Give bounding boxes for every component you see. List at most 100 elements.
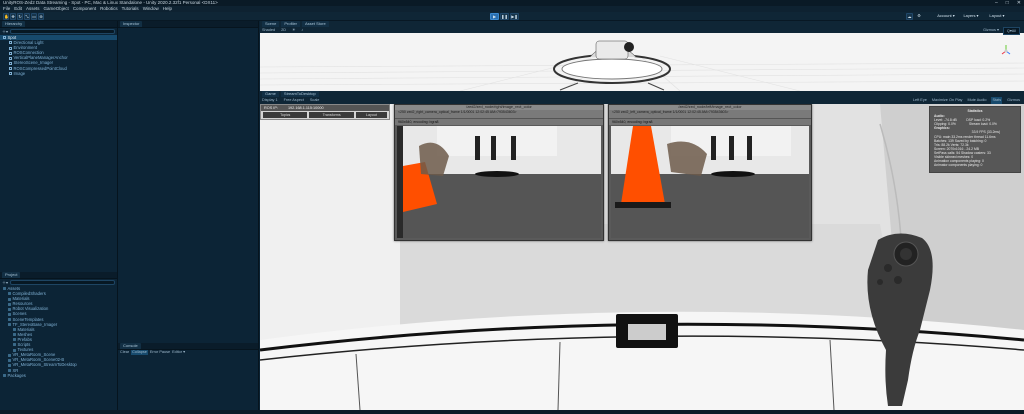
gameobject-icon <box>9 66 12 70</box>
hand-tool-icon[interactable]: ✋ <box>3 13 9 20</box>
scene-options: Shaded 2D ☀ ♪ <box>262 27 303 33</box>
light-icon[interactable]: ☀ <box>292 27 295 33</box>
mute-audio-toggle[interactable]: Mute Audio <box>967 97 986 104</box>
statistics-overlay: Statistics Audio: Level: -74.8 dB DSP lo… <box>929 106 1021 173</box>
console-editor-dropdown[interactable]: Editor ▾ <box>172 350 185 355</box>
ros-connection-panel: ROS IP: 192.168.1.115:10000 Topics Trans… <box>260 104 390 120</box>
game-view[interactable]: ROS IP: 192.168.1.115:10000 Topics Trans… <box>260 104 1024 410</box>
window-title: UnityROS-Zed2 Data Streaming - Spot - PC… <box>3 0 218 5</box>
gameobject-icon <box>3 36 6 40</box>
transform-tool-icon[interactable]: ⊕ <box>38 13 44 20</box>
ros-ip-label: ROS IP: <box>264 106 278 110</box>
folder-icon <box>13 338 16 342</box>
gameobject-icon <box>9 51 12 55</box>
cloud-icon[interactable]: ☁ <box>906 13 913 20</box>
console-clear-button[interactable]: Clear <box>120 350 129 355</box>
hierarchy-tabbar: Hierarchy <box>0 21 117 28</box>
folder-icon <box>13 348 16 352</box>
camera-window-right[interactable]: /zed2/zed_node/right/image_rect_color <2… <box>394 104 604 241</box>
gameobject-icon <box>9 56 12 60</box>
project-tabbar: Project <box>0 272 117 279</box>
gameobject-icon <box>9 72 12 76</box>
camera-image <box>611 126 809 238</box>
status-bar <box>0 410 1024 414</box>
play-button[interactable]: ▶ <box>490 13 499 20</box>
collab-icon[interactable]: ⚙ <box>916 13 922 20</box>
hierarchy-tree: Spot Directional Light Environment ROSCo… <box>0 35 117 76</box>
step-button[interactable]: ▶❚ <box>510 13 519 20</box>
ros-ip-value[interactable]: 192.168.1.115:10000 <box>288 105 324 111</box>
ros-buttons: Topics Transforms Layout <box>261 111 389 119</box>
camera-encoding-text: 960x540, encoding: bgra8 <box>609 119 811 125</box>
folder-icon <box>8 307 11 311</box>
project-search-input[interactable] <box>10 280 115 285</box>
folder-icon <box>8 353 11 357</box>
folder-icon <box>8 292 11 296</box>
add-icon[interactable]: ＋▾ <box>2 280 8 286</box>
folder-icon <box>8 363 11 367</box>
scene-right-options: Gizmos ▾ Q▾All <box>983 27 1020 35</box>
folder-icon <box>8 323 11 327</box>
scale-tool-icon[interactable]: ⤡ <box>24 13 30 20</box>
vr-controller-model <box>867 233 933 406</box>
rotate-tool-icon[interactable]: ↻ <box>17 13 23 20</box>
project-folder[interactable]: Packages <box>0 373 117 378</box>
audio-icon[interactable]: ♪ <box>301 27 303 33</box>
tab-project[interactable]: Project <box>2 272 21 278</box>
console-toolbar: Clear Collapse Error Pause Editor ▾ <box>120 350 185 355</box>
scene-toolbar: Scene Profiler Asset Store Shaded 2D ☀ ♪… <box>260 21 1024 35</box>
account-dropdown[interactable]: Account ▾ <box>936 13 956 20</box>
scene-2d-toggle[interactable]: 2D <box>281 27 286 33</box>
stats-toggle[interactable]: Stats <box>991 97 1003 104</box>
camera-image <box>397 126 601 238</box>
tab-asset-store[interactable]: Asset Store <box>302 21 329 27</box>
folder-icon <box>13 343 16 347</box>
shading-dropdown[interactable]: Shaded <box>262 27 275 33</box>
gizmos-dropdown[interactable]: Gizmos ▾ <box>983 27 999 35</box>
tab-hierarchy[interactable]: Hierarchy <box>2 21 26 27</box>
topics-button[interactable]: Topics <box>263 112 308 118</box>
layout-dropdown[interactable]: Layout ▾ <box>988 13 1006 20</box>
stats-line: Animator components playing: 0 <box>934 163 983 168</box>
hierarchy-item[interactable]: Image <box>0 71 117 76</box>
layers-dropdown[interactable]: Layers ▾ <box>962 13 980 20</box>
maximize-on-play-toggle[interactable]: Maximize On Play <box>932 97 963 104</box>
main-toolbar: ✋ ✥ ↻ ⤡ ▭ ⊕ ▶ ❚❚ ▶❚ ☁ ⚙ Account ▾ Layers… <box>0 12 1024 21</box>
aspect-dropdown[interactable]: Free Aspect <box>284 97 304 104</box>
display-dropdown[interactable]: Display 1 <box>262 97 278 104</box>
console-error-pause-button[interactable]: Error Pause <box>150 350 170 355</box>
folder-icon <box>3 373 6 377</box>
layout-button[interactable]: Layout <box>355 112 387 118</box>
camera-encoding-text: 960x540, encoding: bgra8 <box>395 119 603 125</box>
stats-title: Statistics <box>967 109 983 113</box>
hierarchy-search-input[interactable] <box>10 29 115 34</box>
project-search-row: ＋▾ <box>0 279 117 286</box>
eye-dropdown[interactable]: Left Eye <box>913 97 927 104</box>
folder-icon <box>8 317 11 321</box>
inspector-tabbar: Inspector <box>118 21 258 28</box>
camera-header-text: <250 zed2_left_camera_optical_frame 1/1/… <box>609 110 811 119</box>
folder-icon <box>13 333 16 337</box>
rect-tool-icon[interactable]: ▭ <box>31 13 37 20</box>
scale-label[interactable]: Scale <box>310 97 320 104</box>
tab-console[interactable]: Console <box>120 343 141 349</box>
hierarchy-search-row: ＋▾ <box>0 28 117 35</box>
transforms-button[interactable]: Transforms <box>309 112 354 118</box>
gizmos-toggle[interactable]: Gizmos <box>1007 97 1020 104</box>
folder-icon <box>8 368 11 372</box>
camera-window-left[interactable]: /zed2/zed_node/left/image_rect_color <25… <box>608 104 812 241</box>
folder-icon <box>8 312 11 316</box>
console-collapse-button[interactable]: Collapse <box>131 350 148 355</box>
scene-search-input[interactable]: Q▾All <box>1002 27 1020 35</box>
folder-icon <box>3 287 6 291</box>
project-tree: Assets CompiledShaders Materials Resourc… <box>0 286 117 378</box>
left-panel: Hierarchy ＋▾ Spot Directional Light Envi… <box>0 21 118 410</box>
gameobject-icon <box>9 41 12 45</box>
pause-button[interactable]: ❚❚ <box>500 13 509 20</box>
game-options: Display 1 Free Aspect Scale <box>262 97 319 104</box>
add-icon[interactable]: ＋▾ <box>2 29 8 35</box>
tab-inspector[interactable]: Inspector <box>120 21 143 27</box>
game-toolbar: Game StreamToDesktop Display 1 Free Aspe… <box>260 91 1024 104</box>
console-tabbar: Console <box>118 343 258 350</box>
move-tool-icon[interactable]: ✥ <box>10 13 16 20</box>
